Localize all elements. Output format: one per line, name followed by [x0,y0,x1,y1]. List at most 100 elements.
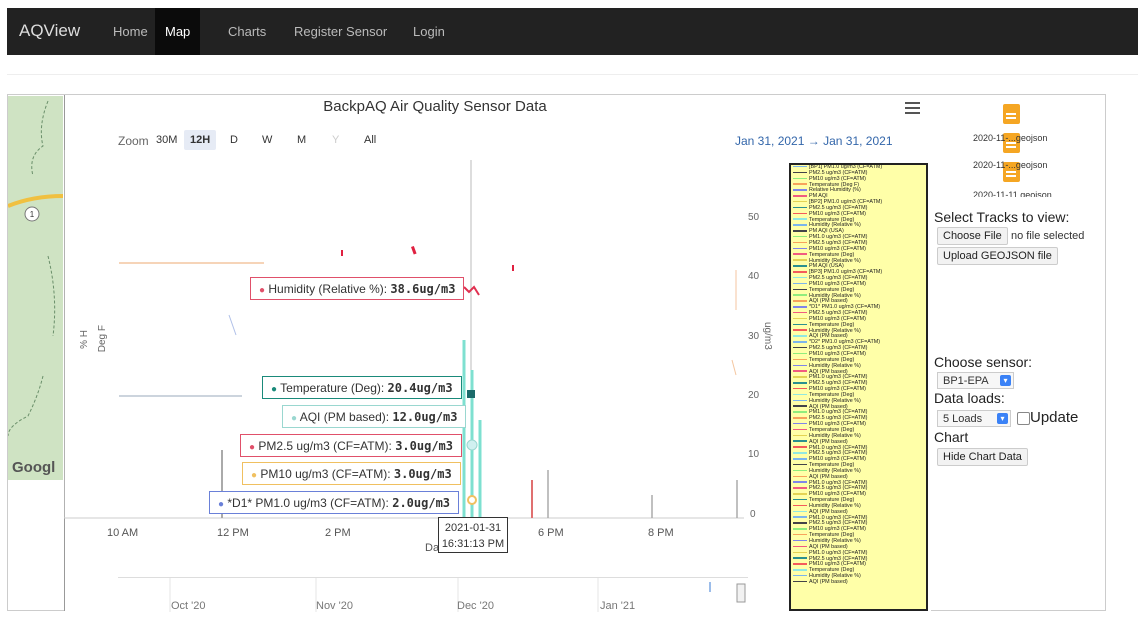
legend-swatch [793,253,807,255]
file-name[interactable]: 2020-11-...geojson [973,133,1047,143]
file-name[interactable]: 2020-11-11.geojson [973,190,1052,197]
legend-swatch [793,323,807,326]
legend-swatch [793,241,807,244]
legend-swatch [793,265,807,267]
tooltip-humidity: ● Humidity (Relative %): 38.6ug/m3 [250,277,465,300]
y-axis-label-concentration: ug/m3 [762,322,773,350]
legend-swatch [793,329,807,331]
legend-swatch [793,434,807,437]
legend-swatch [793,235,807,238]
zoom-d-button[interactable]: D [224,130,244,150]
range-navigator[interactable] [118,577,748,612]
nav-register-sensor[interactable]: Register Sensor [284,8,397,55]
upload-geojson-button[interactable]: Upload GEOJSON file [937,247,1058,265]
legend-swatch [793,346,807,349]
tooltip-pm25: ● PM2.5 ug/m3 (CF=ATM): 3.0ug/m3 [240,434,462,457]
data-loads-label: Data loads: [934,390,1005,406]
y-tick: 50 [748,212,760,223]
tooltip-pm10: ● PM10 ug/m3 (CF=ATM): 3.0ug/m3 [242,462,461,485]
date-arrow: → [807,134,820,148]
legend-swatch [793,551,807,554]
legend-swatch [793,417,807,419]
update-checkbox[interactable] [1017,412,1030,425]
legend-swatch [793,469,807,472]
data-loads-select[interactable]: 5 Loads ▾ [937,410,1011,427]
zoom-12h-button[interactable]: 12H [184,130,217,150]
hover-date: 2021-01-31 [444,522,502,534]
x-tick: 10 AM [107,527,139,539]
legend-swatch [793,282,807,285]
zoom-y-button[interactable]: Y [326,130,345,150]
legend-swatch [793,493,807,495]
date-range[interactable]: Jan 31, 2021 → Jan 31, 2021 [735,134,893,148]
legend-swatch [793,458,807,460]
nav-charts[interactable]: Charts [218,8,276,55]
legend-swatch [793,341,807,343]
legend-swatch [793,171,807,174]
legend-swatch [793,475,807,478]
legend-swatch [793,195,807,197]
y-tick: 20 [748,390,760,401]
legend-swatch [793,580,807,583]
legend-swatch [793,498,807,501]
legend-swatch [793,271,807,273]
legend-swatch [793,557,807,559]
chart-title: BackpAQ Air Quality Sensor Data [323,98,547,115]
legend-swatch [793,165,807,168]
navigator-tick: Nov '20 [316,600,353,612]
legend-swatch [793,306,807,308]
brand-logo[interactable]: AQView [19,21,80,41]
y-tick: 40 [748,271,760,282]
file-name[interactable]: 2020-11-...geojson [973,160,1047,170]
x-tick: 2 PM [325,527,351,539]
navigator-tick: Oct '20 [171,600,206,612]
legend-swatch [793,481,807,483]
zoom-w-button[interactable]: W [256,130,278,150]
hover-time: 16:31:13 PM [441,538,505,550]
zoom-m-button[interactable]: M [291,130,312,150]
file-icon[interactable] [1003,104,1020,124]
legend-swatch [793,382,807,384]
legend-swatch [793,504,807,507]
y-axis-label-temperature: Deg F [97,325,108,353]
choose-sensor-label: Choose sensor: [934,354,1033,370]
x-tick: 12 PM [217,527,249,539]
nav-map[interactable]: Map [155,8,201,55]
date-to[interactable]: Jan 31, 2021 [823,134,892,148]
hide-chart-data-button[interactable]: Hide Chart Data [937,448,1028,466]
no-file-text: no file selected [1011,230,1085,242]
legend-swatch [793,452,807,454]
legend-swatch [793,510,807,513]
route-number: 1 [30,210,35,219]
legend-swatch [793,364,807,367]
choose-file-button[interactable]: Choose File [937,227,1008,245]
legend-swatch [793,539,807,542]
legend-swatch [793,311,807,314]
legend-swatch [793,189,807,191]
sensor-select[interactable]: BP1-EPA ▾ [937,372,1014,389]
nav-login[interactable]: Login [403,8,455,55]
zoom-all-button[interactable]: All [358,130,382,150]
x-tick: 8 PM [648,527,674,539]
legend-swatch [793,288,807,291]
nav-home[interactable]: Home [103,8,158,55]
divider [7,74,1138,75]
legend-swatch [793,276,807,279]
zoom-30m-button[interactable]: 30M [150,130,183,150]
legend-swatch [793,563,807,565]
legend-swatch [793,376,807,378]
date-from[interactable]: Jan 31, 2021 [735,134,804,148]
update-label: Update [1030,409,1079,426]
legend-swatch [793,405,807,407]
legend-swatch [793,335,807,337]
tooltip-pm1: ● *D1* PM1.0 ug/m3 (CF=ATM): 2.0ug/m3 [209,491,460,514]
x-axis-label: Da [425,542,440,554]
legend-item[interactable]: AQI (PM based) [791,579,926,586]
map-view[interactable]: 1 Googl [8,96,63,480]
legend-swatch [793,224,807,226]
legend-swatch [793,300,807,302]
legend-swatch [793,230,807,232]
legend-swatch [793,206,807,209]
chart-legend[interactable]: [BP1] PM1.0 ug/m3 (CF=ATM) PM2.5 ug/m3 (C… [789,163,928,611]
hamburger-menu-icon[interactable] [905,102,920,114]
